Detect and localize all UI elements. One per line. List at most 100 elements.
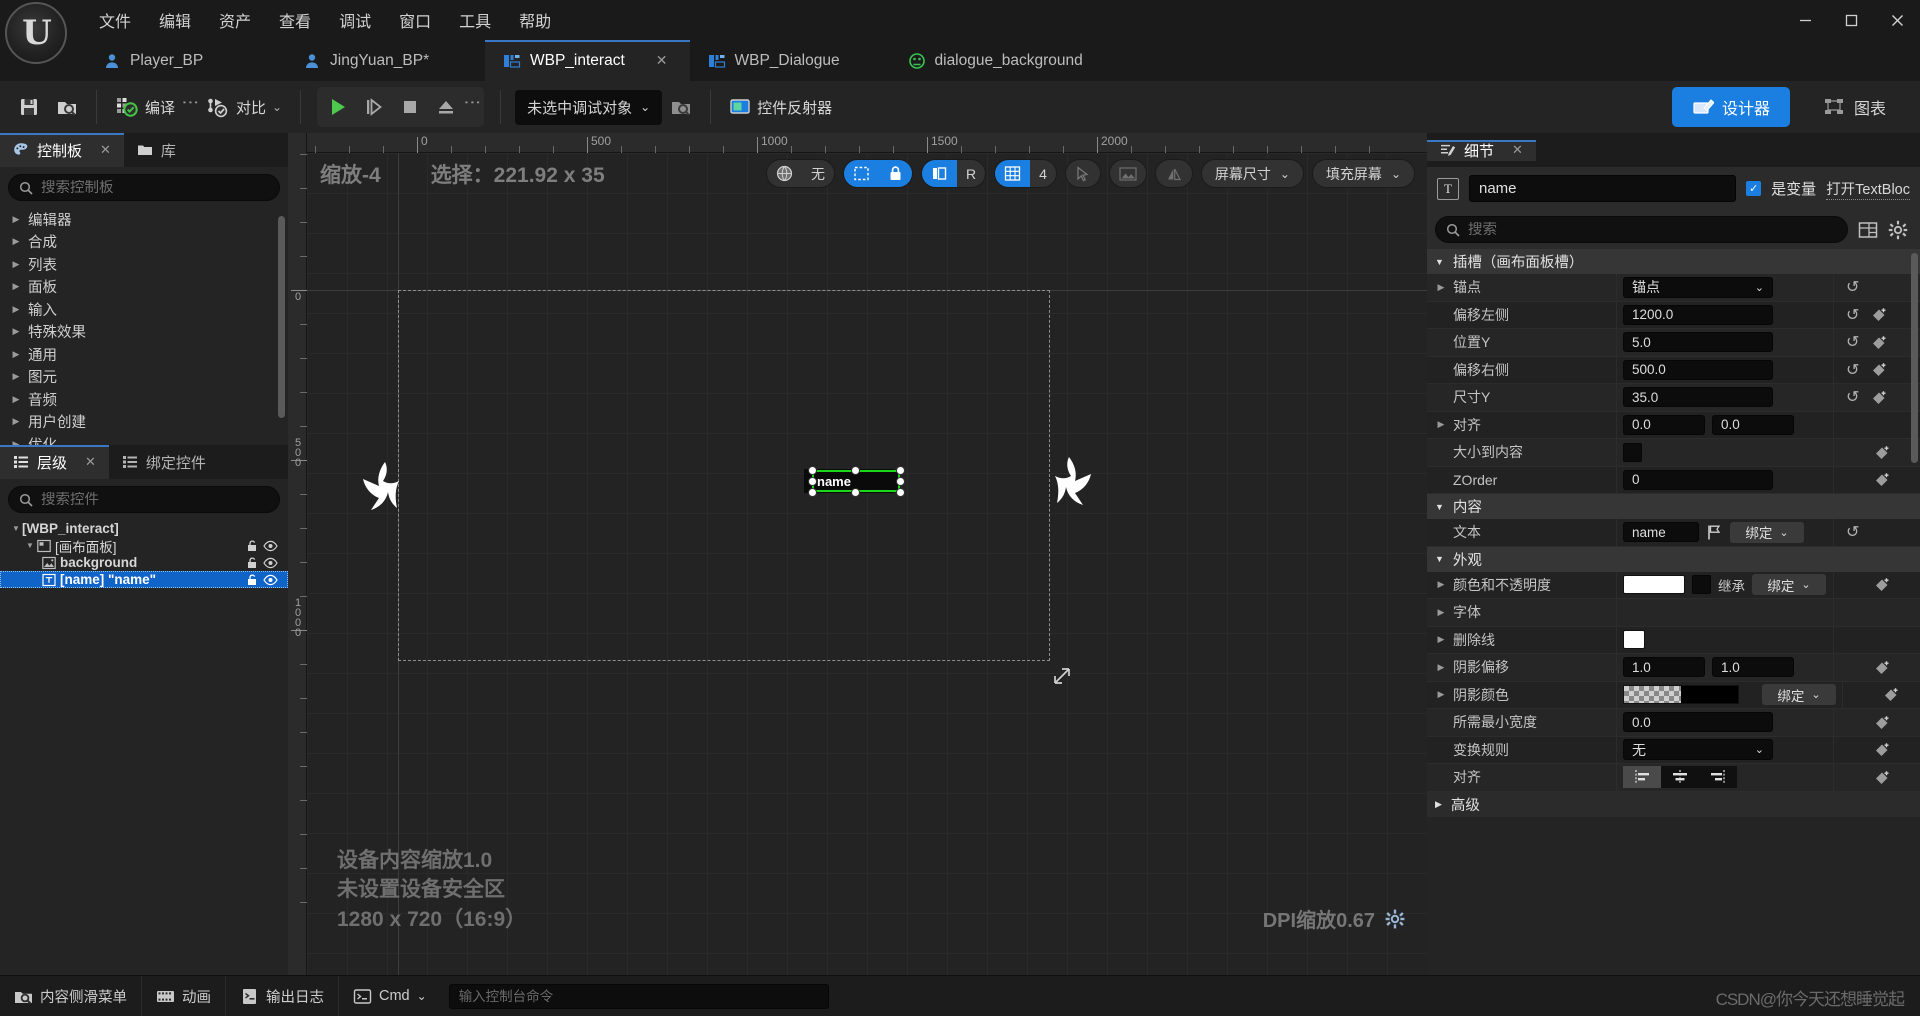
revert-icon[interactable]: ↺ <box>1846 305 1859 325</box>
save-button[interactable] <box>10 88 48 126</box>
is-variable-checkbox[interactable]: ✓ <box>1746 181 1762 196</box>
pin-icon[interactable] <box>1883 686 1900 703</box>
resize-handle-tr[interactable] <box>896 466 905 475</box>
pin-icon[interactable] <box>1874 576 1891 593</box>
palette-category-row[interactable]: ▶ 编辑器 <box>0 208 288 231</box>
asset-tab-jingyuan-bp[interactable]: JingYuan_BP* <box>285 40 485 81</box>
palette-category-row[interactable]: ▶ 通用 <box>0 343 288 366</box>
inherit-checkbox[interactable] <box>1692 575 1711 595</box>
palette-search-input[interactable] <box>41 179 269 196</box>
console-command-input[interactable] <box>448 983 829 1009</box>
stop-button[interactable] <box>393 90 427 124</box>
revert-icon[interactable]: ↺ <box>1846 332 1859 352</box>
hierarchy-search-input[interactable] <box>41 491 269 508</box>
localization-value[interactable]: 无 <box>802 160 834 187</box>
zorder-field[interactable]: 0 <box>1623 469 1773 490</box>
alignment-y-field[interactable]: 0.0 <box>1712 414 1794 435</box>
palette-category-row[interactable]: ▶ 用户创建 <box>0 411 288 434</box>
designer-mode-button[interactable]: 设计器 <box>1671 87 1790 127</box>
animations-button[interactable]: 动画 <box>142 975 226 1016</box>
revert-icon[interactable]: ↺ <box>1846 277 1859 297</box>
palette-category-row[interactable]: ▶ 音频 <box>0 388 288 411</box>
resize-handle-bc[interactable] <box>851 488 860 497</box>
menu-item-help[interactable]: 帮助 <box>505 2 565 38</box>
expand-caret-icon[interactable]: ▶ <box>1435 579 1447 590</box>
expand-caret-icon[interactable]: ▶ <box>1435 282 1447 293</box>
transform-policy-dropdown[interactable]: 无 ⌄ <box>1623 739 1773 761</box>
palette-tab-close[interactable]: ✕ <box>100 142 111 158</box>
shadow-color-swatch[interactable] <box>1681 686 1738 704</box>
offset-left-field[interactable]: 1200.0 <box>1623 304 1773 325</box>
palette-category-row[interactable]: ▶ 图元 <box>0 366 288 389</box>
palette-category-row[interactable]: ▶ 列表 <box>0 253 288 276</box>
palette-category-row[interactable]: ▶ 合成 <box>0 231 288 254</box>
menu-item-debug[interactable]: 调试 <box>325 2 385 38</box>
menu-item-window[interactable]: 窗口 <box>385 2 445 38</box>
pin-icon[interactable] <box>1871 389 1888 406</box>
expand-caret-icon[interactable]: ▶ <box>10 214 22 225</box>
design-canvas[interactable]: name 设备内容缩放1.0 未设置设备安全区 1280 x 720（16:9）… <box>307 153 1427 975</box>
align-center-button[interactable] <box>1661 766 1699 789</box>
cmd-selector-button[interactable]: Cmd ⌄ <box>339 976 441 1016</box>
revert-icon[interactable]: ↺ <box>1846 522 1859 542</box>
mirror-button[interactable] <box>1154 159 1193 188</box>
pin-icon[interactable] <box>1874 471 1891 488</box>
palette-category-row[interactable]: ▶优化 <box>0 433 288 445</box>
section-header-content[interactable]: ▼ 内容 <box>1427 494 1920 519</box>
offset-right-field[interactable]: 500.0 <box>1623 359 1773 380</box>
content-drawer-button[interactable]: 内容侧滑菜单 <box>0 975 142 1016</box>
widget-reflector-button[interactable]: 控件反射器 <box>721 88 840 126</box>
tab-library[interactable]: 库 <box>124 133 189 167</box>
palette-category-row[interactable]: ▶ 特殊效果 <box>0 321 288 344</box>
min-desired-width-field[interactable]: 0.0 <box>1623 712 1773 733</box>
lock-toggle-icon[interactable] <box>246 556 263 569</box>
browse-content-button[interactable] <box>48 88 86 126</box>
asset-tab-wbp-interact[interactable]: WBP_interact ✕ <box>485 40 690 81</box>
menu-item-tools[interactable]: 工具 <box>445 2 505 38</box>
minimize-button[interactable] <box>1782 0 1828 40</box>
globe-icon[interactable] <box>767 160 802 187</box>
align-left-button[interactable] <box>1623 766 1661 789</box>
text-value-field[interactable]: name <box>1623 522 1699 543</box>
tab-details[interactable]: 细节 ✕ <box>1427 139 1536 161</box>
output-log-button[interactable]: 输出日志 <box>226 975 339 1016</box>
section-header-advanced[interactable]: ▶ 高级 <box>1427 791 1920 817</box>
r-toggle-button[interactable]: R <box>957 160 985 187</box>
expand-caret-icon[interactable]: ▶ <box>10 281 22 292</box>
eject-button[interactable] <box>429 90 463 124</box>
pin-icon[interactable] <box>1874 769 1891 786</box>
close-button[interactable] <box>1874 0 1920 40</box>
gear-icon[interactable] <box>1888 220 1908 240</box>
asset-tab-wbp-dialogue[interactable]: WBP_Dialogue <box>690 40 890 81</box>
expand-caret-icon[interactable]: ▶ <box>1435 799 1442 810</box>
details-tab-close[interactable]: ✕ <box>1512 142 1523 158</box>
hierarchy-row-background[interactable]: background <box>0 554 288 571</box>
revert-icon[interactable]: ↺ <box>1846 387 1859 407</box>
details-search[interactable] <box>1435 216 1848 243</box>
size-to-content-checkbox[interactable] <box>1623 442 1642 462</box>
designer-viewport[interactable]: 0 500 1000 1500 2000 0 5 0 0 1 0 0 0 nam… <box>288 133 1427 975</box>
section-header-appearance[interactable]: ▼ 外观 <box>1427 546 1920 572</box>
resize-handle-ml[interactable] <box>808 477 817 486</box>
expand-caret-icon[interactable]: ▶ <box>1435 419 1447 430</box>
pin-icon[interactable] <box>1874 444 1891 461</box>
pin-icon[interactable] <box>1874 741 1891 758</box>
debug-browse-button[interactable] <box>662 88 700 126</box>
hierarchy-search[interactable] <box>8 486 280 513</box>
expand-caret-icon[interactable]: ▶ <box>1435 607 1447 618</box>
outline-icon[interactable] <box>921 160 957 187</box>
details-search-input[interactable] <box>1468 221 1837 238</box>
widget-name-input[interactable] <box>1469 175 1737 202</box>
asset-tab-player-bp[interactable]: Player_BP <box>85 40 285 81</box>
menu-item-edit[interactable]: 编辑 <box>145 2 205 38</box>
hierarchy-row-name[interactable]: [name] "name" <box>0 571 288 588</box>
resize-handle-mr[interactable] <box>896 477 905 486</box>
diff-button[interactable]: 对比 ⌄ <box>198 88 290 126</box>
cursor-tool-button[interactable] <box>1064 159 1101 188</box>
color-swatch[interactable] <box>1623 575 1685 595</box>
expand-caret-icon[interactable]: ▶ <box>10 371 22 382</box>
grid-size-value[interactable]: 4 <box>1030 160 1056 187</box>
marquee-select-icon[interactable] <box>843 160 879 187</box>
resize-handle-br[interactable] <box>896 488 905 497</box>
lock-toggle-icon[interactable] <box>246 539 263 552</box>
